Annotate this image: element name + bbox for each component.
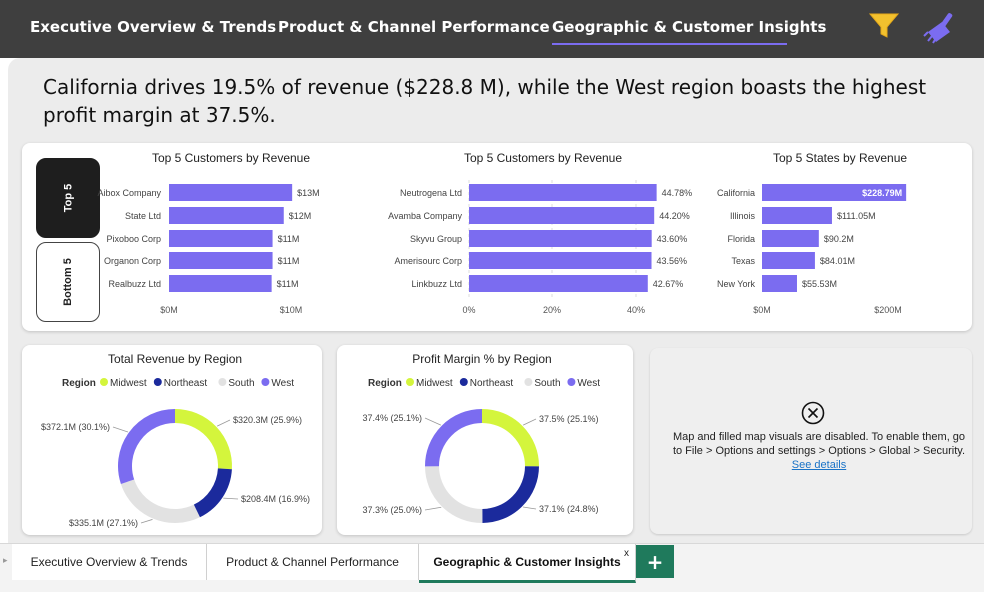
data-label: $335.1M (27.1%) <box>69 518 138 528</box>
see-details-link[interactable]: See details <box>792 459 846 471</box>
legend-label: Midwest <box>416 378 453 389</box>
leader-line <box>140 519 153 524</box>
donut-slice <box>118 409 176 484</box>
donut-slice <box>193 468 232 518</box>
legend-marker <box>567 378 576 386</box>
legend-marker <box>153 378 162 386</box>
data-label: 37.4% (25.1%) <box>362 413 422 423</box>
donut-slice <box>120 479 200 523</box>
legend-marker <box>524 378 533 386</box>
legend-label: South <box>228 378 254 389</box>
data-label: $320.3M (25.9%) <box>233 415 302 425</box>
legend-label: West <box>271 378 294 389</box>
legend-label: Northeast <box>470 378 514 389</box>
data-label: 37.5% (25.1%) <box>539 414 599 424</box>
sheet-tab-label: Geographic & Customer Insights <box>433 555 621 569</box>
data-label: 37.3% (25.0%) <box>362 505 422 515</box>
leader-line <box>424 506 442 511</box>
leader-line <box>112 426 129 433</box>
chart-title: Total Revenue by Region <box>108 352 242 366</box>
leader-line <box>223 497 239 500</box>
close-sheet-icon[interactable]: x <box>624 548 629 559</box>
sheet-tab-label: Product & Channel Performance <box>226 555 399 569</box>
legend-label: Midwest <box>110 378 147 389</box>
donut-slice <box>174 409 232 470</box>
data-label: $208.4M (16.9%) <box>241 494 310 504</box>
donut-slice <box>481 409 539 467</box>
scroll-left-icon[interactable]: ▸ <box>3 556 8 566</box>
donut-slice <box>425 465 483 523</box>
legend-marker <box>218 378 227 386</box>
leader-line <box>216 419 231 427</box>
chart-title: Profit Margin % by Region <box>412 352 551 366</box>
donut-slice <box>481 465 539 523</box>
sheet-tab-executive[interactable]: Executive Overview & Trends <box>12 544 207 580</box>
legend-marker <box>100 378 108 386</box>
data-label: 37.1% (24.8%) <box>539 504 599 514</box>
legend-marker <box>261 378 270 386</box>
map-disabled-message: Map and filled map visuals are disabled.… <box>668 430 970 472</box>
sheet-tab-product[interactable]: Product & Channel Performance <box>207 544 419 580</box>
data-label: $372.1M (30.1%) <box>41 422 110 432</box>
legend-label: Northeast <box>164 378 208 389</box>
map-message-text: Map and filled map visuals are disabled.… <box>672 431 966 457</box>
legend-label: West <box>577 378 600 389</box>
legend-label: South <box>534 378 560 389</box>
legend-marker <box>459 378 468 386</box>
legend-marker <box>406 378 414 386</box>
leader-line <box>522 418 537 426</box>
close-circle-icon <box>801 401 825 425</box>
sheet-tab-geographic[interactable]: Geographic & Customer Insights <box>419 544 636 583</box>
leader-line <box>424 417 442 426</box>
sheet-tab-label: Executive Overview & Trends <box>30 555 188 569</box>
sheet-tab-bar: ▸ Executive Overview & Trends Product & … <box>0 543 984 592</box>
add-sheet-button[interactable]: + <box>636 545 674 578</box>
legend-title: Region <box>368 378 402 389</box>
leader-line <box>522 506 537 510</box>
legend-title: Region <box>62 378 96 389</box>
donut-slice <box>425 409 483 467</box>
